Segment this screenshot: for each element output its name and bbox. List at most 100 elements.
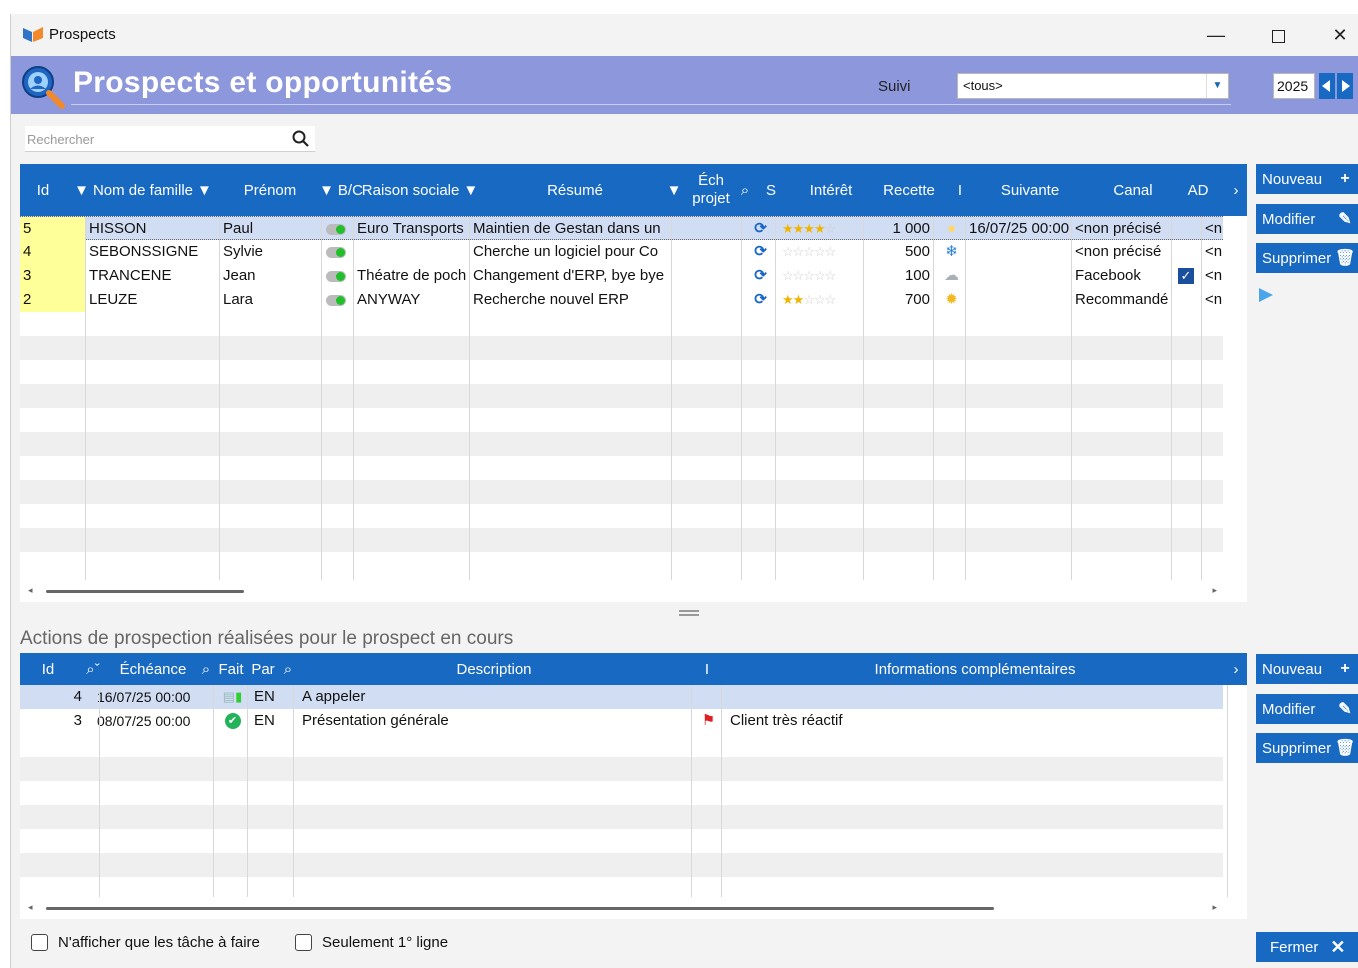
status-refresh-icon: ⟳ — [754, 220, 767, 237]
filter-icon[interactable]: ▼ — [664, 164, 684, 216]
col-header-fait[interactable]: Fait — [216, 653, 246, 685]
red-flag-icon: ⚑ — [701, 712, 716, 729]
col-header-bc[interactable]: ▼ B/C — [314, 164, 364, 216]
col-header-echeance[interactable]: Échéance — [112, 653, 194, 685]
close-button[interactable]: Fermer ✕ — [1256, 932, 1358, 962]
empty-row — [20, 360, 1223, 384]
search-prospect-icon — [22, 66, 65, 109]
filter-icon[interactable]: ▼ — [319, 182, 334, 199]
col-header-canal[interactable]: Canal — [1084, 164, 1182, 216]
actions-horizontal-scrollbar[interactable]: ◂ ▸ — [20, 897, 1247, 919]
filter-icon[interactable]: ▼ — [197, 182, 212, 199]
previous-year-button[interactable] — [1319, 73, 1335, 99]
table-row[interactable]: 5 HISSON Paul Euro Transports Maintien d… — [20, 216, 1223, 241]
table-row[interactable]: 4 16/07/25 00:00 ▤▮ EN A appeler — [20, 685, 1223, 709]
cell-ech-projet — [672, 288, 742, 312]
cell-bc[interactable] — [322, 264, 354, 288]
table-row[interactable]: 3 TRANCENE Jean Théatre de poch Changeme… — [20, 264, 1223, 288]
arrow-right-icon — [1342, 80, 1350, 92]
table-row[interactable]: 4 SEBONSSIGNE Sylvie Cherche un logiciel… — [20, 240, 1223, 264]
col-header-id[interactable]: Id — [20, 653, 76, 685]
edit-prospect-button[interactable]: Modifier ✎ — [1256, 204, 1358, 234]
cell-bc[interactable] — [322, 217, 354, 241]
col-header-ech-projet[interactable]: Éch projet — [686, 164, 736, 216]
suivi-select[interactable]: <tous> ▼ — [957, 73, 1229, 99]
col-header-informations[interactable]: Informations complémentaires — [722, 653, 1228, 685]
scroll-left-icon[interactable]: ◂ — [28, 585, 33, 596]
table-row[interactable]: 2 LEUZE Lara ANYWAY Recherche nouvel ERP… — [20, 288, 1223, 312]
next-year-button[interactable] — [1337, 73, 1353, 99]
empty-row — [20, 781, 1223, 805]
cell-resume: Maintien de Gestan dans un — [473, 220, 661, 237]
filter-icon[interactable]: ▼ — [74, 182, 89, 199]
scroll-left-icon[interactable]: ◂ — [28, 902, 33, 913]
checkbox-empty-icon[interactable] — [31, 934, 48, 951]
col-header-suivante[interactable]: Suivante — [978, 164, 1082, 216]
magnifier-icon[interactable]: ⌕ — [734, 164, 756, 216]
cell-ad[interactable] — [1172, 288, 1202, 312]
col-header-id[interactable]: Id — [20, 164, 66, 216]
col-header-par[interactable]: Par — [248, 653, 278, 685]
col-header-ad[interactable]: AD — [1184, 164, 1212, 216]
minimize-button[interactable]: — — [1193, 22, 1239, 50]
col-header-recette[interactable]: Recette — [876, 164, 942, 216]
checkbox-empty-icon[interactable] — [295, 934, 312, 951]
delete-action-button[interactable]: Supprimer 🗑 — [1256, 733, 1358, 763]
header-banner: Prospects et opportunités Suivi <tous> ▼… — [11, 56, 1358, 114]
close-window-button[interactable]: ✕ — [1317, 22, 1358, 50]
cell-next: <n — [1205, 291, 1223, 308]
search-input[interactable] — [27, 130, 282, 148]
play-icon[interactable] — [1259, 288, 1273, 302]
col-header-interet[interactable]: Intérêt — [788, 164, 874, 216]
scroll-columns-right-icon[interactable]: › — [1226, 653, 1246, 685]
scroll-thumb[interactable] — [46, 907, 994, 910]
delete-prospect-button[interactable]: Supprimer 🗑 — [1256, 243, 1358, 273]
magnifier-icon[interactable]: ⌕ — [196, 653, 216, 685]
col-header-i[interactable]: I — [946, 164, 974, 216]
scroll-thumb[interactable] — [46, 590, 244, 593]
chevron-down-icon[interactable]: ▼ — [1206, 74, 1228, 98]
col-header-s[interactable]: S — [758, 164, 784, 216]
col-header-description[interactable]: Description — [294, 653, 694, 685]
new-action-button[interactable]: Nouveau + — [1256, 654, 1358, 684]
cell-bc[interactable] — [322, 240, 354, 264]
suivi-value: <tous> — [963, 78, 1003, 93]
cell-suivante — [966, 264, 1072, 288]
col-header-nom[interactable]: ▼ Nom de famille ▼ — [68, 164, 218, 216]
toggle-icon[interactable] — [326, 294, 346, 306]
page-title: Prospects et opportunités — [73, 66, 453, 99]
scroll-columns-right-icon[interactable]: › — [1226, 164, 1246, 216]
prospects-horizontal-scrollbar[interactable]: ◂ ▸ — [20, 580, 1247, 602]
edit-action-button[interactable]: Modifier ✎ — [1256, 694, 1358, 724]
title-bar: Prospects — ✕ — [11, 14, 1358, 56]
scroll-right-icon[interactable]: ▸ — [1212, 902, 1217, 913]
pane-splitter[interactable] — [679, 610, 699, 616]
todo-only-checkbox[interactable]: N'afficher que les tâche à faire — [31, 934, 260, 951]
cell-suivante — [966, 240, 1072, 264]
cell-ad[interactable]: ✓ — [1172, 264, 1202, 288]
col-header-prenom[interactable]: Prénom — [232, 164, 308, 216]
checkbox-checked-icon[interactable]: ✓ — [1178, 268, 1194, 285]
cell-ad[interactable] — [1172, 217, 1202, 241]
toggle-icon[interactable] — [326, 223, 346, 235]
col-header-i[interactable]: I — [692, 653, 722, 685]
cell-bc[interactable] — [322, 288, 354, 312]
col-header-raison-sociale[interactable]: Raison sociale ▼ — [362, 164, 480, 216]
cell-flag — [692, 685, 722, 709]
cell-nom: TRANCENE — [89, 267, 172, 284]
col-header-resume[interactable]: Résumé — [490, 164, 660, 216]
table-row[interactable]: 3 08/07/25 00:00 ✔ EN Présentation génér… — [20, 709, 1223, 733]
maximize-button[interactable] — [1255, 22, 1301, 50]
magnifier-sort-icon[interactable]: ⌕ˇ — [78, 653, 108, 685]
pencil-icon: ✎ — [1338, 211, 1352, 228]
filter-icon[interactable]: ▼ — [463, 182, 478, 199]
toggle-icon[interactable] — [326, 270, 346, 282]
toggle-icon[interactable] — [326, 246, 346, 258]
first-line-only-checkbox[interactable]: Seulement 1° ligne — [295, 934, 448, 951]
search-icon[interactable] — [291, 129, 311, 149]
year-field[interactable]: 2025 — [1273, 73, 1315, 99]
cell-ad[interactable] — [1172, 240, 1202, 264]
cell-next: <n — [1205, 220, 1223, 237]
scroll-right-icon[interactable]: ▸ — [1212, 585, 1217, 596]
new-prospect-button[interactable]: Nouveau + — [1256, 164, 1358, 194]
